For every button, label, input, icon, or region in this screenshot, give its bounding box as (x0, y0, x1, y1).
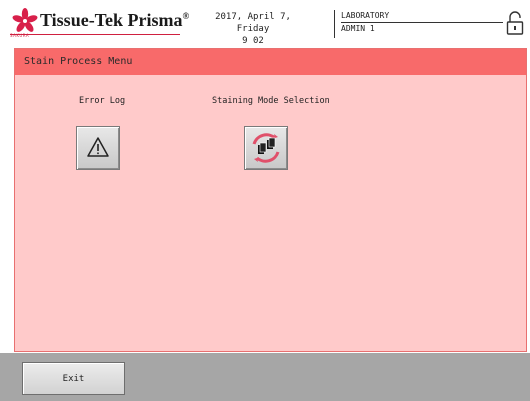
logo-text: Tissue-Tek Prisma® (40, 10, 190, 30)
error-log-label: Error Log (79, 96, 126, 106)
date-text: 2017, April 7, Friday (215, 12, 291, 34)
logo-underline (10, 34, 180, 38)
staining-mode-label: Staining Mode Selection (212, 96, 330, 106)
staining-mode-icon (252, 133, 280, 163)
header-bar: Tissue-Tek Prisma® SAKURA 2017, April 7,… (0, 0, 530, 47)
stain-process-menu-panel: Stain Process Menu Error Log Staining Mo… (14, 48, 527, 352)
panel-title-bar: Stain Process Menu (15, 49, 526, 75)
location-text: LABORATORY (341, 11, 390, 20)
staining-mode-button[interactable] (244, 126, 288, 170)
warning-icon (87, 137, 109, 157)
panel-title: Stain Process Menu (24, 56, 133, 67)
sakura-flower-icon (12, 8, 38, 32)
lock-icon[interactable] (505, 10, 525, 36)
header-divider (334, 10, 335, 38)
time-text: 9 02 (242, 36, 264, 46)
user-text: ADMIN 1 (341, 24, 375, 33)
datetime-display: 2017, April 7, Friday 9 02 (198, 11, 308, 47)
logo-subtext: SAKURA (10, 33, 30, 38)
account-divider (341, 22, 503, 23)
error-log-button[interactable] (76, 126, 120, 170)
exit-button[interactable]: Exit (22, 362, 125, 395)
footer-bar: Exit (0, 353, 530, 401)
